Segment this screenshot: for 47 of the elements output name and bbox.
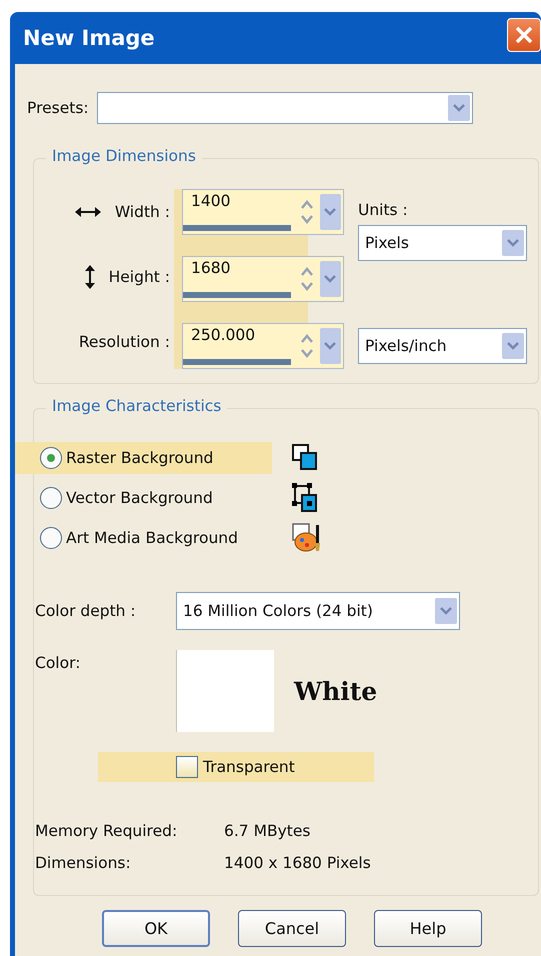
vertical-arrows-icon bbox=[84, 265, 95, 289]
transparent-checkbox[interactable]: Transparent bbox=[98, 752, 374, 782]
horizontal-arrows-icon bbox=[74, 207, 101, 217]
dialog-button[interactable]: OK bbox=[102, 910, 210, 947]
color-swatch[interactable] bbox=[176, 650, 274, 732]
group-legend: Image Dimensions bbox=[46, 147, 202, 165]
background-radio-option[interactable]: Art Media Background bbox=[15, 522, 272, 554]
close-button[interactable] bbox=[507, 18, 541, 52]
value-slider-bar[interactable] bbox=[183, 225, 291, 231]
dialog-button[interactable]: Help bbox=[374, 910, 482, 947]
group-legend: Image Characteristics bbox=[46, 397, 228, 415]
dialog-button[interactable]: Cancel bbox=[238, 910, 346, 947]
chevron-down-icon bbox=[506, 238, 520, 248]
units-dropdown[interactable]: Pixels bbox=[358, 225, 527, 261]
info-value: 1400 x 1680 Pixels bbox=[224, 854, 371, 872]
value-slider-bar[interactable] bbox=[183, 359, 291, 365]
color-name: White bbox=[294, 677, 378, 706]
chevron-down-icon bbox=[506, 341, 520, 351]
chevron-down-icon bbox=[452, 103, 466, 113]
field-label: Height : bbox=[108, 268, 170, 286]
chevron-down-icon bbox=[323, 274, 338, 284]
chevron-down-icon bbox=[323, 341, 338, 351]
resolution-units-dropdown[interactable]: Pixels/inch bbox=[358, 328, 527, 364]
field-label: Width : bbox=[114, 203, 170, 221]
presets-dropdown[interactable] bbox=[96, 92, 473, 124]
info-label: Dimensions: bbox=[35, 854, 132, 872]
vector-layers-icon bbox=[292, 483, 318, 513]
spin-field[interactable]: 1400 bbox=[182, 189, 344, 235]
color-depth-dropdown[interactable]: 16 Million Colors (24 bit) bbox=[176, 592, 460, 630]
background-radio-option[interactable]: Raster Background bbox=[15, 442, 272, 474]
chevron-down-icon bbox=[439, 606, 453, 616]
window-title: New Image bbox=[23, 26, 155, 50]
field-label: Resolution : bbox=[78, 333, 170, 351]
palette-icon bbox=[292, 523, 322, 553]
color-label: Color: bbox=[35, 654, 82, 672]
spin-field[interactable]: 1680 bbox=[182, 256, 344, 302]
spin-field[interactable]: 250.000 bbox=[182, 323, 344, 369]
info-label: Memory Required: bbox=[35, 822, 178, 840]
presets-label: Presets: bbox=[27, 99, 89, 117]
background-radio-option[interactable]: Vector Background bbox=[15, 482, 272, 514]
close-icon bbox=[513, 24, 535, 46]
chevron-down-icon bbox=[323, 207, 338, 217]
info-value: 6.7 MBytes bbox=[224, 822, 310, 840]
value-slider-bar[interactable] bbox=[183, 292, 291, 298]
layers-icon bbox=[292, 444, 318, 472]
units-label: Units : bbox=[358, 201, 408, 219]
color-depth-label: Color depth : bbox=[35, 602, 137, 620]
